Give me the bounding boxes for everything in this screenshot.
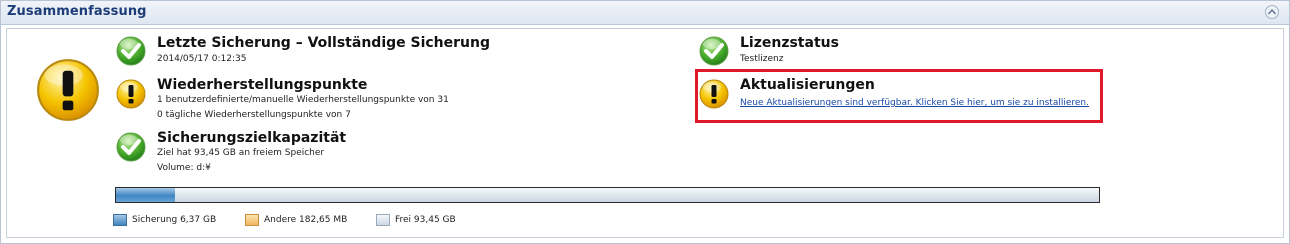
overall-warning-icon (37, 59, 99, 121)
target-capacity-ok-icon (116, 132, 146, 162)
legend-backup-swatch (113, 214, 127, 226)
updates-highlight-box (695, 69, 1103, 123)
storage-backup-fill (116, 188, 175, 202)
collapse-icon[interactable] (1265, 5, 1279, 19)
license-title: Lizenzstatus (740, 35, 839, 51)
restore-points-daily: 0 tägliche Wiederherstellungspunkte von … (157, 110, 351, 120)
last-backup-title: Letzte Sicherung – Vollständige Sicherun… (157, 35, 491, 51)
panel-header: Zusammenfassung (1, 1, 1289, 25)
summary-content: Letzte Sicherung – Vollständige Sicherun… (6, 28, 1284, 238)
legend-backup-label: Sicherung 6,37 GB (132, 215, 217, 225)
storage-usage-bar (115, 187, 1100, 203)
legend-free-label: Frei 93,45 GB (395, 215, 456, 225)
restore-points-title: Wiederherstellungspunkte (157, 77, 368, 93)
legend-free-swatch (376, 214, 390, 226)
last-backup-ok-icon (116, 36, 146, 66)
summary-panel: Zusammenfassung Letzte Sicherung – Volls… (0, 0, 1290, 244)
license-ok-icon (699, 36, 729, 66)
restore-points-custom: 1 benutzerdefinierte/manuelle Wiederhers… (157, 95, 449, 105)
legend-other-label: Andere 182,65 MB (264, 215, 348, 225)
panel-title: Zusammenfassung (7, 4, 147, 19)
target-capacity-free: Ziel hat 93,45 GB an freiem Speicher (157, 148, 325, 158)
last-backup-date: 2014/05/17 0:12:35 (157, 54, 247, 64)
legend-other-swatch (245, 214, 259, 226)
license-status: Testlizenz (740, 54, 784, 64)
target-capacity-title: Sicherungszielkapazität (157, 130, 347, 146)
target-volume: Volume: d:¥ (157, 163, 211, 173)
restore-points-warning-icon (116, 79, 146, 109)
